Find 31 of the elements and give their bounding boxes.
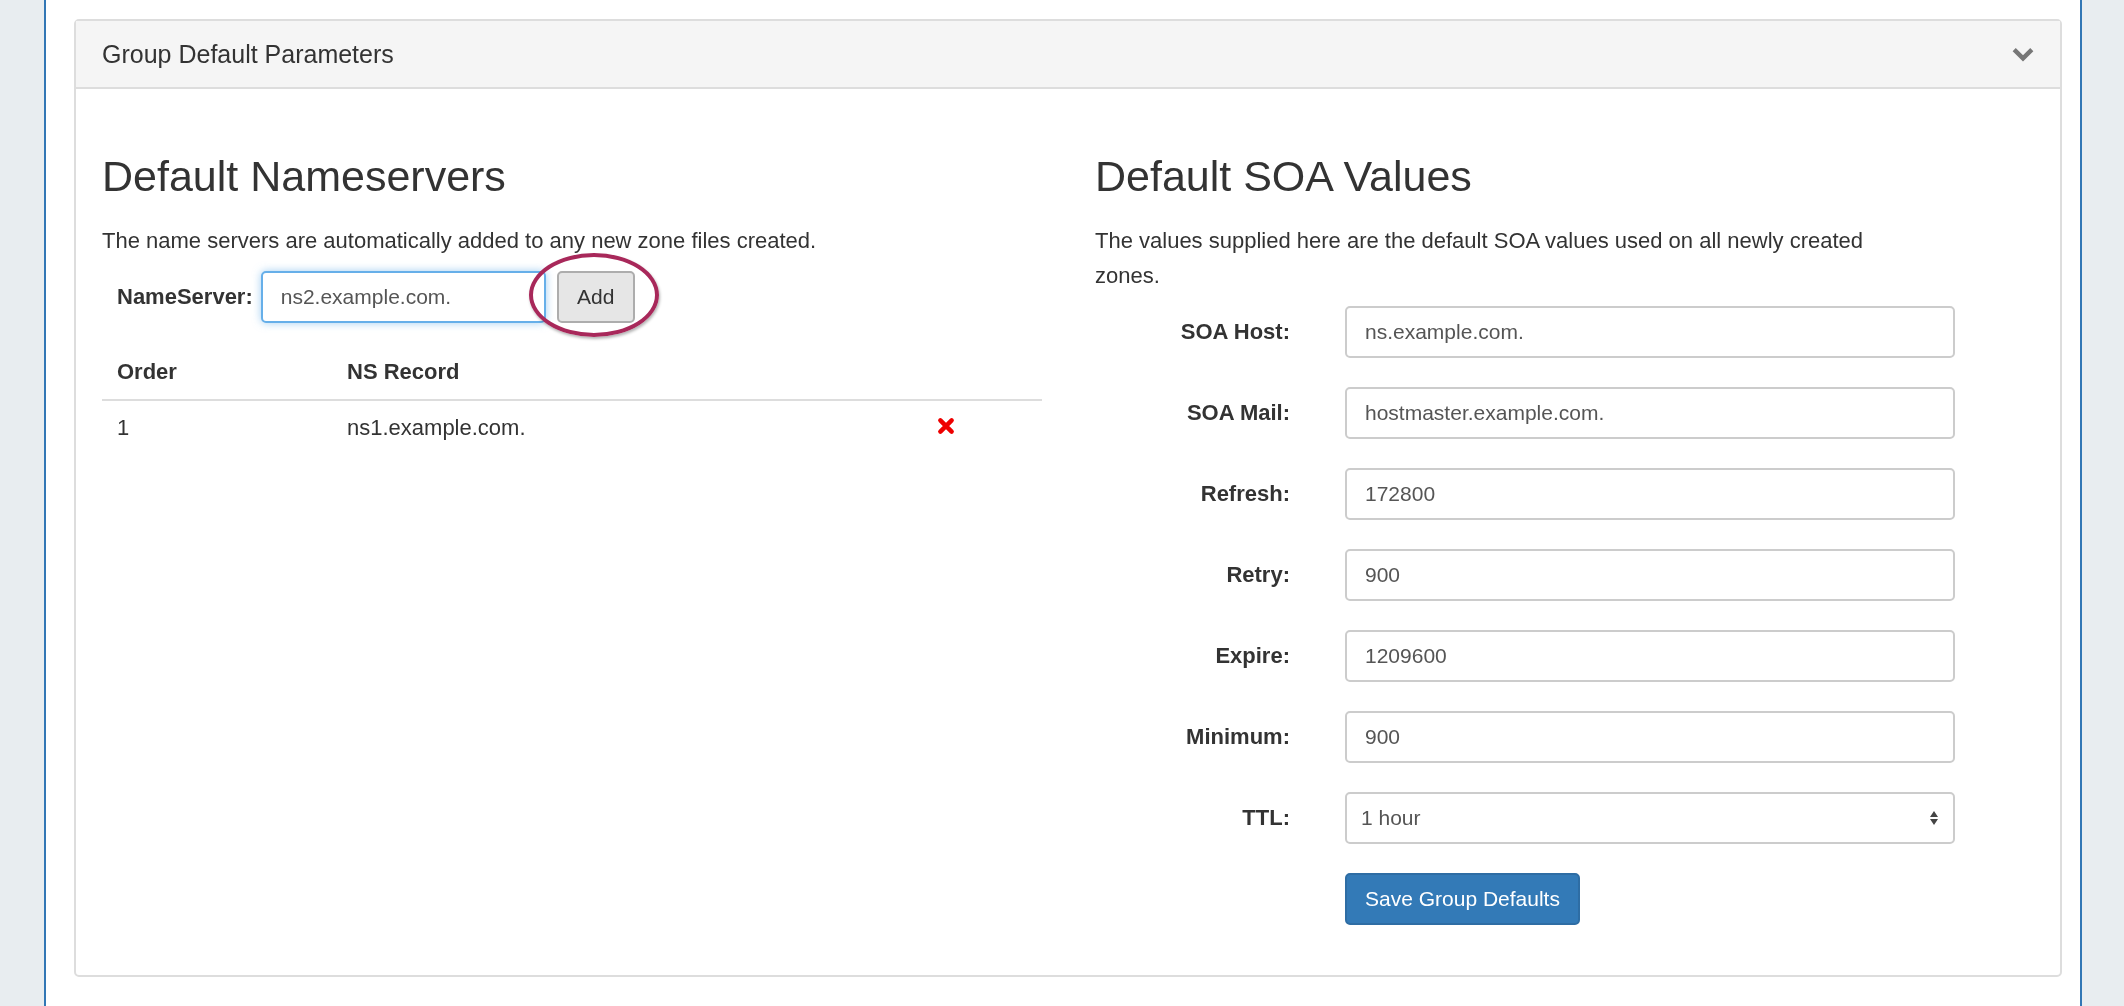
field-label: SOA Mail:	[1185, 399, 1290, 426]
field-label: Retry:	[1225, 561, 1290, 588]
ttl-select[interactable]: 1 hour	[1345, 791, 1955, 844]
text-field[interactable]: 900	[1345, 548, 1955, 601]
chevron-icon[interactable]	[2012, 46, 2034, 62]
field-label: NameServer:	[117, 283, 253, 310]
save-button[interactable]: Save Group Defaults	[1345, 872, 1580, 925]
select-arrows-icon	[1929, 809, 1939, 826]
field-label: Minimum:	[1185, 723, 1290, 750]
field-label: Refresh:	[1199, 480, 1290, 507]
section-description: The name servers are automatically added to any new zone files created.	[102, 226, 818, 255]
record-cell: ns1.example.com.	[347, 414, 526, 440]
column-header: NS Record	[332, 344, 922, 400]
text-field[interactable]: 900	[1345, 710, 1955, 763]
order-cell: 1	[117, 414, 130, 440]
section-description: The values supplied here are the default SOA values used on all newly created zones.	[1095, 226, 1865, 290]
field-label: TTL:	[1241, 804, 1290, 831]
nameserver-input[interactable]: ns2.example.com.	[260, 270, 546, 323]
text-field[interactable]: hostmaster.example.com.	[1345, 386, 1955, 439]
section-heading: Default SOA Values	[1095, 151, 1472, 202]
text-field[interactable]: 1209600	[1345, 629, 1955, 682]
field-label: Expire:	[1214, 642, 1290, 669]
panel-title: Group Default Parameters	[102, 39, 394, 69]
section-heading: Default Nameservers	[102, 151, 506, 202]
column-header: Order	[102, 344, 332, 400]
add-button[interactable]: Add	[556, 270, 635, 323]
field-label: SOA Host:	[1179, 318, 1290, 345]
text-field[interactable]: ns.example.com.	[1345, 305, 1955, 358]
text-field[interactable]: 172800	[1345, 467, 1955, 520]
panel-header[interactable]: Group Default Parameters	[76, 21, 2060, 89]
delete-icon[interactable]	[937, 416, 955, 435]
